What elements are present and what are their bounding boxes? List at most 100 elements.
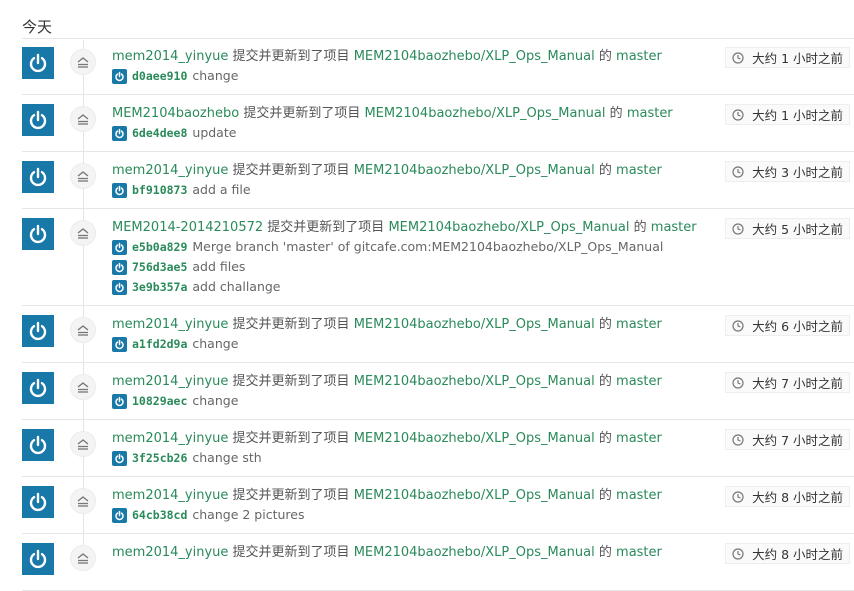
commit-sha-link[interactable]: 64cb38cd (132, 505, 187, 525)
user-link[interactable]: mem2014_yinyue (112, 49, 228, 64)
committer-avatar[interactable] (112, 280, 127, 295)
power-icon (114, 510, 125, 521)
user-avatar[interactable] (22, 218, 54, 250)
repo-link[interactable]: MEM2104baozhebo/XLP_Ops_Manual (354, 163, 595, 178)
repo-link[interactable]: MEM2104baozhebo/XLP_Ops_Manual (354, 374, 595, 389)
commit-sha-link[interactable]: bf910873 (132, 180, 187, 200)
committer-avatar[interactable] (112, 337, 127, 352)
commit-list: 64cb38cd change 2 pictures (112, 505, 854, 525)
user-link[interactable]: mem2014_yinyue (112, 317, 228, 332)
committer-avatar[interactable] (112, 451, 127, 466)
push-icon (70, 49, 96, 75)
branch-link[interactable]: master (651, 220, 697, 235)
push-icon (70, 220, 96, 246)
commit-sha-link[interactable]: 3f25cb26 (132, 448, 187, 468)
branch-link[interactable]: master (616, 545, 662, 560)
commit-list: e5b0a829 Merge branch 'master' of gitcaf… (112, 237, 854, 297)
user-avatar[interactable] (22, 486, 54, 518)
user-avatar[interactable] (22, 372, 54, 404)
branch-link[interactable]: master (616, 49, 662, 64)
committer-avatar[interactable] (112, 394, 127, 409)
activity-event: MEM2014-2014210572 提交并更新到了项目 MEM2104baoz… (22, 209, 854, 306)
action-text: 提交并更新到了项目 (233, 317, 350, 332)
timestamp: 大约 8 小时之前 (725, 543, 850, 564)
branch-link[interactable]: master (616, 317, 662, 332)
power-icon (114, 185, 125, 196)
commit-list: 10829aec change (112, 391, 854, 411)
commit-message: add challange (192, 277, 280, 297)
user-link[interactable]: mem2014_yinyue (112, 431, 228, 446)
commit-sha-link[interactable]: 756d3ae5 (132, 257, 187, 277)
commit-item: d0aee910 change (112, 66, 854, 86)
time-text: 大约 7 小时之前 (752, 373, 843, 392)
committer-avatar[interactable] (112, 260, 127, 275)
action-text: 提交并更新到了项目 (233, 488, 350, 503)
repo-link[interactable]: MEM2104baozhebo/XLP_Ops_Manual (354, 431, 595, 446)
user-avatar[interactable] (22, 161, 54, 193)
user-link[interactable]: mem2014_yinyue (112, 163, 228, 178)
user-link[interactable]: MEM2014-2014210572 (112, 220, 263, 235)
commit-sha-link[interactable]: 3e9b357a (132, 277, 187, 297)
power-icon (114, 262, 125, 273)
commit-message: change (192, 66, 238, 86)
user-link[interactable]: mem2014_yinyue (112, 545, 228, 560)
timestamp: 大约 1 小时之前 (725, 47, 850, 68)
timestamp: 大约 7 小时之前 (725, 372, 850, 393)
branch-link[interactable]: master (627, 106, 673, 121)
action-text: 提交并更新到了项目 (233, 49, 350, 64)
committer-avatar[interactable] (112, 508, 127, 523)
user-link[interactable]: mem2014_yinyue (112, 488, 228, 503)
action-text: 提交并更新到了项目 (233, 374, 350, 389)
user-avatar[interactable] (22, 47, 54, 79)
commit-item: 3f25cb26 change sth (112, 448, 854, 468)
user-avatar[interactable] (22, 315, 54, 347)
repo-link[interactable]: MEM2104baozhebo/XLP_Ops_Manual (364, 106, 605, 121)
commit-item: 756d3ae5 add files (112, 257, 854, 277)
activity-event: mem2014_yinyue 提交并更新到了项目 MEM2104baozhebo… (22, 477, 854, 534)
push-icon (70, 431, 96, 457)
time-text: 大约 5 小时之前 (752, 219, 843, 238)
timestamp: 大约 3 小时之前 (725, 161, 850, 182)
of-text: 的 (599, 163, 612, 178)
commit-sha-link[interactable]: e5b0a829 (132, 237, 187, 257)
user-avatar[interactable] (22, 543, 54, 575)
commit-sha-link[interactable]: a1fd2d9a (132, 334, 187, 354)
of-text: 的 (599, 374, 612, 389)
committer-avatar[interactable] (112, 240, 127, 255)
branch-link[interactable]: master (616, 374, 662, 389)
user-avatar[interactable] (22, 104, 54, 136)
power-icon (27, 377, 49, 399)
clock-icon (732, 320, 744, 332)
repo-link[interactable]: MEM2104baozhebo/XLP_Ops_Manual (354, 488, 595, 503)
commit-sha-link[interactable]: d0aee910 (132, 66, 187, 86)
activity-event: mem2014_yinyue 提交并更新到了项目 MEM2104baozhebo… (22, 363, 854, 420)
branch-link[interactable]: master (616, 488, 662, 503)
commit-message: Merge branch 'master' of gitcafe.com:MEM… (192, 237, 663, 257)
branch-link[interactable]: master (616, 431, 662, 446)
commit-sha-link[interactable]: 6de4dee8 (132, 123, 187, 143)
action-text: 提交并更新到了项目 (233, 431, 350, 446)
commit-list: 3f25cb26 change sth (112, 448, 854, 468)
repo-link[interactable]: MEM2104baozhebo/XLP_Ops_Manual (354, 49, 595, 64)
repo-link[interactable]: MEM2104baozhebo/XLP_Ops_Manual (354, 317, 595, 332)
timestamp: 大约 6 小时之前 (725, 315, 850, 336)
activity-event: mem2014_yinyue 提交并更新到了项目 MEM2104baozhebo… (22, 38, 854, 95)
power-icon (27, 166, 49, 188)
committer-avatar[interactable] (112, 183, 127, 198)
branch-link[interactable]: master (616, 163, 662, 178)
power-icon (27, 320, 49, 342)
commit-sha-link[interactable]: 10829aec (132, 391, 187, 411)
commit-list: bf910873 add a file (112, 180, 854, 200)
user-avatar[interactable] (22, 429, 54, 461)
committer-avatar[interactable] (112, 126, 127, 141)
of-text: 的 (599, 488, 612, 503)
commit-message: add a file (192, 180, 250, 200)
user-link[interactable]: MEM2104baozhebo (112, 106, 239, 121)
power-icon (27, 223, 49, 245)
committer-avatar[interactable] (112, 69, 127, 84)
power-icon (114, 282, 125, 293)
user-link[interactable]: mem2014_yinyue (112, 374, 228, 389)
of-text: 的 (610, 106, 623, 121)
repo-link[interactable]: MEM2104baozhebo/XLP_Ops_Manual (388, 220, 629, 235)
repo-link[interactable]: MEM2104baozhebo/XLP_Ops_Manual (354, 545, 595, 560)
